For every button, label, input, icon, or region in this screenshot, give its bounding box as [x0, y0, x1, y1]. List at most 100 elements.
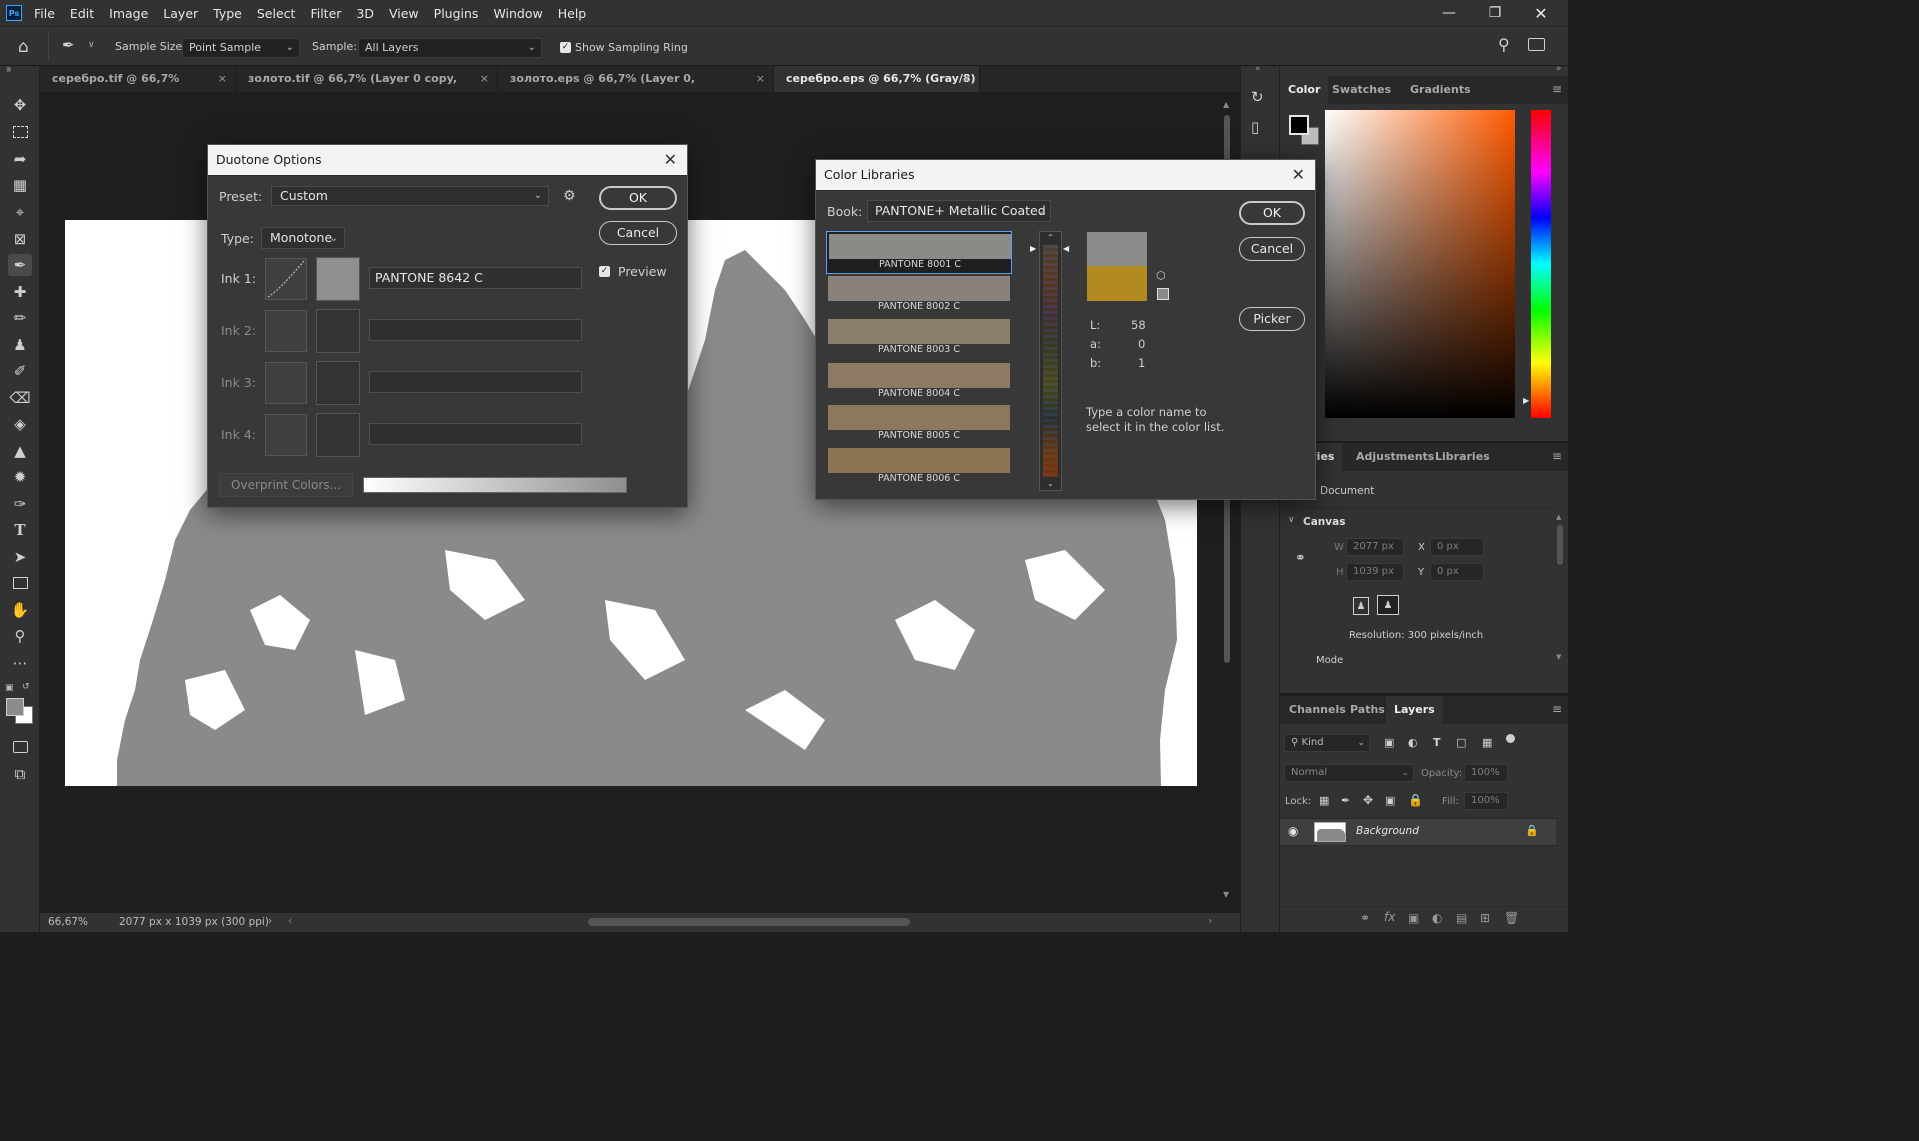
- ink1-name-field[interactable]: PANTONE 8642 C: [369, 267, 582, 289]
- scrollbar-thumb[interactable]: [1557, 525, 1563, 565]
- collapse-icon[interactable]: «: [1255, 64, 1261, 74]
- scroll-down-icon[interactable]: ▼: [1556, 653, 1561, 661]
- filter-shape-icon[interactable]: □: [1456, 736, 1466, 749]
- sponge-tool-icon[interactable]: ✹: [8, 466, 32, 488]
- menu-view[interactable]: View: [389, 6, 419, 21]
- adjustment-layer-icon[interactable]: ◐: [1432, 911, 1442, 925]
- ink1-color-swatch[interactable]: [316, 257, 360, 301]
- swatch-pantone-8005[interactable]: PANTONE 8005 C: [826, 403, 1012, 446]
- ok-button[interactable]: OK: [1239, 201, 1305, 225]
- close-tab-icon[interactable]: ×: [218, 66, 227, 92]
- lock-transparent-pixels-icon[interactable]: ▦: [1319, 794, 1329, 807]
- properties-scrollbar[interactable]: ▲ ▼: [1556, 513, 1564, 663]
- new-layer-icon[interactable]: ⊞: [1480, 911, 1490, 925]
- swatch-pantone-8001[interactable]: PANTONE 8001 C: [826, 231, 1012, 274]
- lock-all-icon[interactable]: 🔒: [1408, 793, 1423, 807]
- pen-tool-icon[interactable]: ✑: [8, 493, 32, 515]
- history-brush-tool-icon[interactable]: ✐: [8, 360, 32, 382]
- close-window-icon[interactable]: ✕: [1518, 0, 1564, 26]
- cancel-button[interactable]: Cancel: [599, 221, 677, 245]
- layer-kind-filter[interactable]: ⚲ Kind ⌄: [1284, 734, 1370, 752]
- menu-image[interactable]: Image: [109, 6, 148, 21]
- menu-edit[interactable]: Edit: [70, 6, 94, 21]
- strip-marker-right-icon[interactable]: ◀: [1063, 244, 1069, 253]
- object-selection-tool-icon[interactable]: ▦: [8, 174, 32, 196]
- link-dimensions-icon[interactable]: ⚭: [1295, 551, 1306, 566]
- ink3-color-swatch[interactable]: [316, 361, 360, 405]
- chevron-down-icon[interactable]: ∨: [1288, 515, 1295, 525]
- delete-layer-icon[interactable]: 🗑: [1504, 911, 1519, 925]
- swatch-pantone-8002[interactable]: PANTONE 8002 C: [826, 274, 1012, 317]
- panel-menu-icon[interactable]: ≡: [1552, 82, 1562, 96]
- tab-layers[interactable]: Layers: [1386, 696, 1443, 724]
- menu-help[interactable]: Help: [558, 6, 587, 21]
- rectangle-tool-icon[interactable]: [8, 572, 32, 594]
- ink2-color-swatch[interactable]: [316, 309, 360, 353]
- chevron-down-icon[interactable]: ⌄: [1040, 478, 1061, 490]
- more-tools-icon[interactable]: ⋯: [8, 652, 32, 674]
- blend-mode-select[interactable]: Normal ⌄: [1284, 764, 1414, 782]
- eraser-tool-icon[interactable]: ⌫: [8, 387, 32, 409]
- color-field[interactable]: [1325, 110, 1515, 418]
- eyedropper-tool-icon[interactable]: ✒: [8, 254, 32, 276]
- ink2-name-field[interactable]: [369, 319, 582, 341]
- close-tab-icon[interactable]: ×: [962, 66, 971, 92]
- layer-effects-icon[interactable]: fx: [1384, 910, 1395, 924]
- chevron-down-icon[interactable]: ∨: [88, 40, 95, 50]
- eyedropper-tool-icon[interactable]: ✒: [62, 36, 75, 54]
- horizontal-scrollbar-thumb[interactable]: [588, 918, 910, 926]
- portrait-orientation-icon[interactable]: ♟: [1353, 597, 1369, 615]
- brush-tool-icon[interactable]: ✏: [8, 307, 32, 329]
- opacity-input[interactable]: 100%: [1464, 764, 1508, 782]
- workspace-icon[interactable]: [1528, 38, 1545, 51]
- lock-artboard-icon[interactable]: ▣: [1385, 794, 1395, 807]
- picker-button[interactable]: Picker: [1239, 307, 1305, 331]
- swatch-pantone-8003[interactable]: PANTONE 8003 C: [826, 317, 1012, 360]
- library-color-strip[interactable]: ⌃ ⌄: [1039, 231, 1062, 491]
- zoom-tool-icon[interactable]: ⚲: [8, 625, 32, 647]
- comments-panel-icon[interactable]: ▯: [1251, 118, 1259, 136]
- layer-row-background[interactable]: ◉ Background 🔒: [1280, 818, 1556, 846]
- lasso-tool-icon[interactable]: ➦: [8, 148, 32, 170]
- book-select[interactable]: PANTONE+ Metallic Coated ⌄: [867, 200, 1051, 222]
- scroll-up-icon[interactable]: ▲: [1556, 513, 1561, 521]
- out-of-gamut-cube-icon[interactable]: ⬡: [1156, 269, 1166, 282]
- filter-adjustment-icon[interactable]: ◐: [1408, 736, 1418, 749]
- tab-serebro-eps[interactable]: серебро.eps @ 66,7% (Gray/8) *×: [774, 66, 980, 111]
- fill-input[interactable]: 100%: [1464, 792, 1508, 810]
- landscape-orientation-icon[interactable]: ♟: [1377, 595, 1399, 615]
- menu-layer[interactable]: Layer: [163, 6, 198, 21]
- home-icon[interactable]: ⌂: [18, 37, 29, 57]
- strip-marker-left-icon[interactable]: ▶: [1030, 244, 1036, 253]
- scroll-right-icon[interactable]: ›: [1208, 915, 1212, 927]
- search-icon[interactable]: ⚲: [1498, 35, 1510, 54]
- menu-select[interactable]: Select: [257, 6, 296, 21]
- ink4-name-field[interactable]: [369, 423, 582, 445]
- collapse-icon[interactable]: »: [6, 64, 12, 74]
- scroll-up-icon[interactable]: ▲: [1223, 100, 1229, 109]
- collapse-icon[interactable]: »: [1556, 64, 1562, 74]
- tab-zoloto-tif[interactable]: золото.tif @ 66,7% (Layer 0 copy, RGB/8#…: [236, 66, 498, 111]
- status-menu-arrow-icon[interactable]: ›: [268, 915, 272, 927]
- web-safe-color-icon[interactable]: [1157, 288, 1169, 300]
- ok-button[interactable]: OK: [599, 186, 677, 210]
- ink2-curve-button[interactable]: [265, 310, 307, 352]
- ink3-curve-button[interactable]: [265, 362, 307, 404]
- menu-filter[interactable]: Filter: [310, 6, 341, 21]
- new-group-icon[interactable]: ▤: [1456, 911, 1467, 925]
- swatch-pantone-8006[interactable]: PANTONE 8006 C: [826, 446, 1012, 489]
- sample-size-select[interactable]: Point Sample ⌄: [182, 38, 300, 58]
- close-tab-icon[interactable]: ×: [756, 66, 765, 92]
- scroll-down-icon[interactable]: ▼: [1223, 890, 1229, 899]
- ink4-color-swatch[interactable]: [316, 413, 360, 457]
- add-mask-icon[interactable]: ▣: [1408, 911, 1419, 925]
- panel-menu-icon[interactable]: ≡: [1552, 702, 1562, 716]
- menu-window[interactable]: Window: [493, 6, 542, 21]
- clone-stamp-tool-icon[interactable]: ♟: [8, 334, 32, 356]
- overprint-colors-button[interactable]: Overprint Colors...: [219, 473, 353, 497]
- cancel-button[interactable]: Cancel: [1239, 237, 1305, 261]
- healing-brush-tool-icon[interactable]: ✚: [8, 281, 32, 303]
- move-tool-icon[interactable]: ✥: [8, 94, 32, 116]
- gear-icon[interactable]: ⚙: [563, 188, 576, 204]
- tab-zoloto-eps[interactable]: золото.eps @ 66,7% (Layer 0, Monotone/8)…: [498, 66, 774, 111]
